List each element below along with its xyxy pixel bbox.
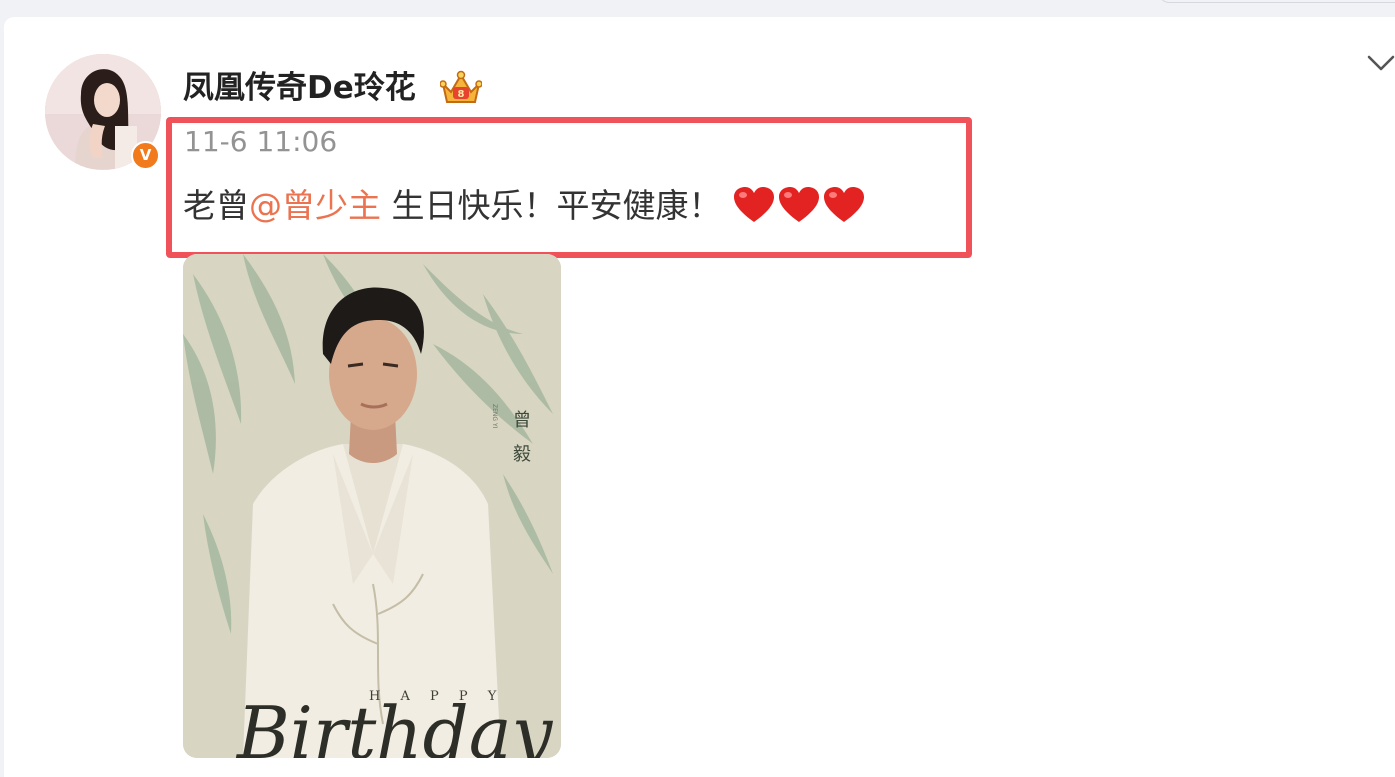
post-text-prefix: 老曾 (183, 186, 249, 225)
crown-vip-icon[interactable]: 8 (439, 70, 483, 106)
svg-text:8: 8 (458, 89, 465, 100)
heart-icon (779, 187, 819, 222)
post-content: 老曾@曾少主 生日快乐！平安健康！ (183, 182, 722, 230)
post-text-suffix: 生日快乐！平安健康！ (381, 186, 722, 225)
heart-icon (734, 187, 774, 222)
image-name-1: 曾 (513, 410, 531, 431)
post-image[interactable]: 曾 毅 ZENG YI H A P P Y Birthday (183, 254, 561, 758)
image-name-2: 毅 (513, 444, 531, 465)
search-box-edge[interactable] (1158, 0, 1395, 3)
author-name[interactable]: 凤凰传奇De玲花 (183, 66, 416, 110)
mention-link[interactable]: @曾少主 (249, 186, 381, 225)
heart-emoji-group (732, 186, 868, 226)
verified-badge-icon: V (131, 141, 160, 170)
heart-icon (824, 187, 864, 222)
post-timestamp[interactable]: 11-6 11:06 (184, 124, 337, 160)
chevron-down-icon[interactable] (1366, 52, 1395, 74)
image-birthday-text: Birthday (235, 691, 554, 758)
image-small-caption: ZENG YI (491, 404, 498, 429)
